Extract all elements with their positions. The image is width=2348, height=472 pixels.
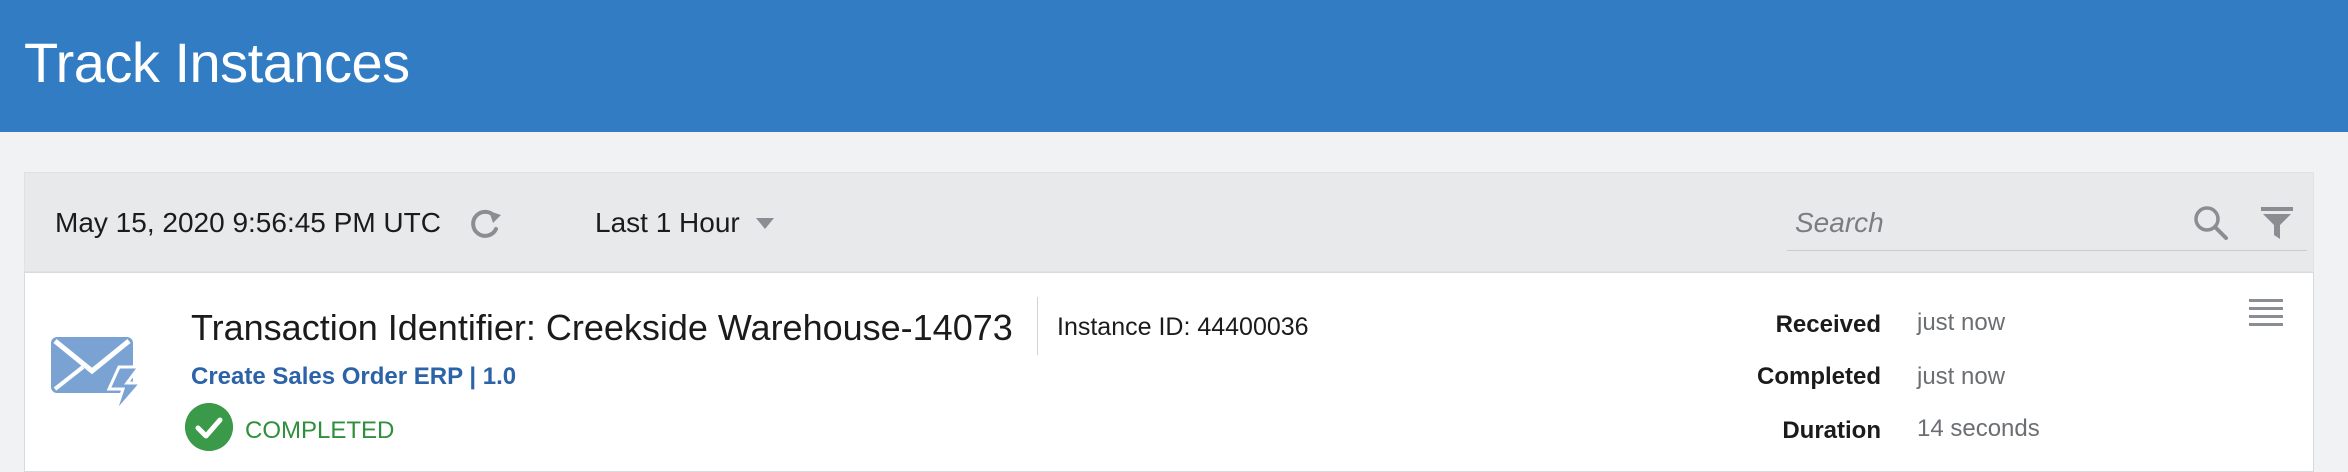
duration-value: 14 seconds xyxy=(1917,415,2040,442)
received-value: just now xyxy=(1917,309,2006,336)
check-icon xyxy=(185,403,233,451)
status-label: COMPLETED xyxy=(245,417,395,444)
menu-icon[interactable] xyxy=(2247,295,2285,331)
search-icon[interactable] xyxy=(2191,203,2231,243)
page-title: Track Instances xyxy=(24,31,410,94)
search-input[interactable] xyxy=(1795,203,2175,243)
envelope-icon xyxy=(51,337,145,414)
duration-label: Duration xyxy=(1782,417,1881,444)
toolbar: May 15, 2020 9:56:45 PM UTC Last 1 Hour xyxy=(24,172,2314,272)
received-label: Received xyxy=(1775,311,1881,338)
instance-row[interactable]: Transaction Identifier: Creekside Wareho… xyxy=(24,272,2314,472)
completed-label: Completed xyxy=(1756,363,1881,390)
timestamp: May 15, 2020 9:56:45 PM UTC xyxy=(55,207,441,238)
refresh-icon[interactable] xyxy=(465,203,505,243)
instance-id: Instance ID: 44400036 xyxy=(1057,313,1309,341)
chevron-down-icon xyxy=(755,217,774,229)
divider xyxy=(1037,297,1038,355)
completed-value: just now xyxy=(1917,363,2006,390)
page-header: Track Instances xyxy=(0,0,2348,132)
time-range-label: Last 1 Hour xyxy=(595,207,740,238)
search-box xyxy=(1787,193,2307,251)
filter-icon[interactable] xyxy=(2257,203,2297,243)
transaction-identifier: Transaction Identifier: Creekside Wareho… xyxy=(191,307,1013,348)
time-range-dropdown[interactable]: Last 1 Hour xyxy=(595,203,774,243)
integration-link[interactable]: Create Sales Order ERP | 1.0 xyxy=(191,363,516,391)
